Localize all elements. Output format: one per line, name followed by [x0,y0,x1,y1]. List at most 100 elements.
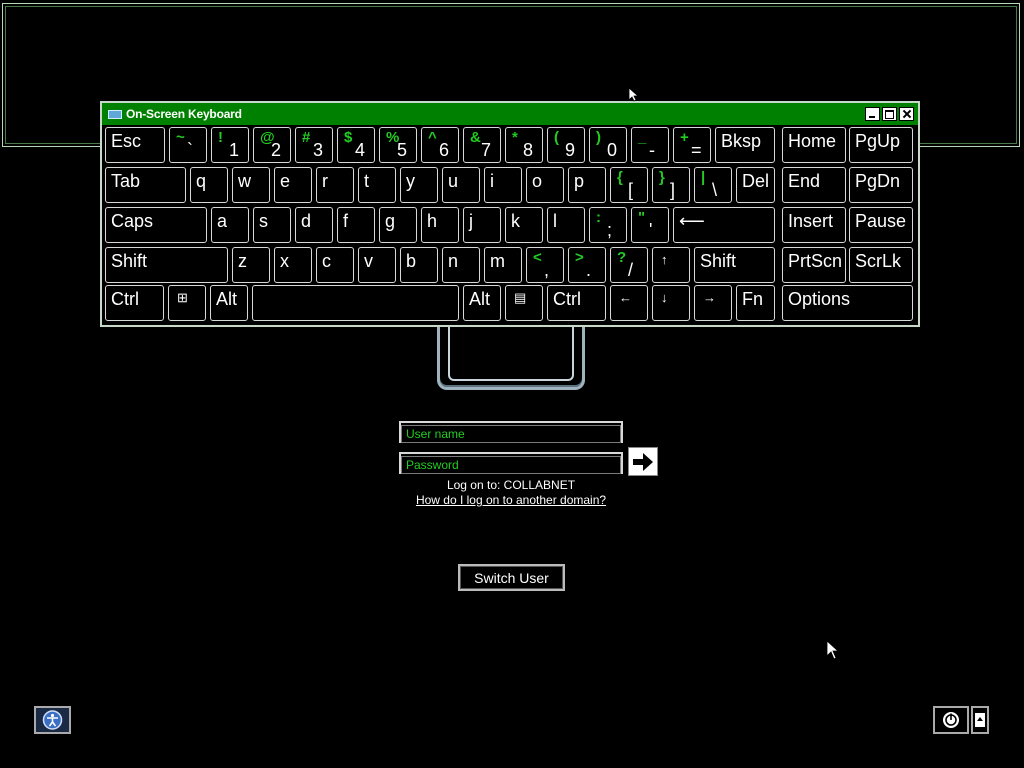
key-tab[interactable]: Tab [105,167,186,203]
key-semicolon[interactable]: :; [589,207,627,243]
key-insert[interactable]: Insert [782,207,846,243]
key-6[interactable]: ^ 6 [421,127,459,163]
key-bksp[interactable]: Bksp [715,127,775,163]
key-w[interactable]: w [232,167,270,203]
key-u[interactable]: u [442,167,480,203]
key-y[interactable]: y [400,167,438,203]
key-up[interactable]: ↑ [652,247,690,283]
key-backtick[interactable]: ~ ` [169,127,207,163]
key-m[interactable]: m [484,247,522,283]
close-button[interactable] [899,107,914,121]
key-esc[interactable]: Esc [105,127,165,163]
key-z[interactable]: z [232,247,270,283]
key-a[interactable]: a [211,207,249,243]
key-label: o [532,171,543,191]
key-3[interactable]: #3 [295,127,333,163]
key-h[interactable]: h [421,207,459,243]
key-o[interactable]: o [526,167,564,203]
key-prtscn[interactable]: PrtScn [782,247,846,283]
key-pgdn[interactable]: PgDn [849,167,913,203]
key-win[interactable]: ⊞ [168,285,206,321]
key-label: Bksp [721,131,762,151]
key-q[interactable]: q [190,167,228,203]
key-left[interactable]: ← [610,285,648,321]
shutdown-options-button[interactable] [971,706,989,734]
key-rctrl[interactable]: Ctrl [547,285,606,321]
key-lalt[interactable]: Alt [210,285,248,321]
key-j[interactable]: j [463,207,501,243]
key-lshift[interactable]: Shift [105,247,228,283]
submit-arrow-button[interactable] [628,447,658,476]
key-space[interactable] [252,285,459,321]
shutdown-button[interactable] [933,706,969,734]
key-g[interactable]: g [379,207,417,243]
key-quote[interactable]: " ' [631,207,669,243]
switch-user-button[interactable]: Switch User [458,564,565,591]
key-label: i [490,171,494,191]
key-equals[interactable]: + = [673,127,711,163]
key-caps[interactable]: Caps [105,207,207,243]
key-v[interactable]: v [358,247,396,283]
key-i[interactable]: i [484,167,522,203]
key-label: Home [788,131,837,151]
key-shift-label: & [470,129,481,146]
key-minus[interactable]: _ - [631,127,669,163]
key-right[interactable]: → [694,285,732,321]
key-home[interactable]: Home [782,127,846,163]
maximize-button[interactable] [882,107,897,121]
another-domain-link[interactable]: How do I log on to another domain? [380,493,642,507]
key-down[interactable]: ↓ [652,285,690,321]
key-label: c [322,251,331,271]
key-r[interactable]: r [316,167,354,203]
key-pause[interactable]: Pause [849,207,913,243]
key-menu[interactable]: ▤ [505,285,543,321]
minimize-button[interactable] [865,107,880,121]
key-base-label: ' [649,220,653,240]
key-scrlk[interactable]: ScrLk [849,247,913,283]
osk-titlebar[interactable]: On-Screen Keyboard [102,103,918,125]
key-4[interactable]: $4 [337,127,375,163]
key-9[interactable]: (9 [547,127,585,163]
key-pgup[interactable]: PgUp [849,127,913,163]
key-ralt[interactable]: Alt [463,285,501,321]
key-0[interactable]: ) 0 [589,127,627,163]
key-comma[interactable]: <, [526,247,564,283]
key-rshift[interactable]: Shift [694,247,775,283]
key-lbracket[interactable]: {[ [610,167,648,203]
key-d[interactable]: d [295,207,333,243]
key-s[interactable]: s [253,207,291,243]
key-del[interactable]: Del [736,167,775,203]
key-label: q [196,171,207,191]
key-8[interactable]: * 8 [505,127,543,163]
key-enter[interactable]: ⟵ [673,207,775,243]
key-n[interactable]: n [442,247,480,283]
key-period[interactable]: >. [568,247,606,283]
key-p[interactable]: p [568,167,606,203]
key-fn[interactable]: Fn [736,285,775,321]
ease-of-access-button[interactable] [34,706,71,734]
key-icon: ← [619,290,632,305]
key-slash[interactable]: ? / [610,247,648,283]
key-1[interactable]: ! 1 [211,127,249,163]
key-l[interactable]: l [547,207,585,243]
key-options[interactable]: Options [782,285,913,321]
key-shift-label: $ [344,129,353,146]
key-rbracket[interactable]: }] [652,167,690,203]
key-2[interactable]: @2 [253,127,291,163]
key-backslash[interactable]: | \ [694,167,732,203]
key-x[interactable]: x [274,247,312,283]
key-t[interactable]: t [358,167,396,203]
key-7[interactable]: & 7 [463,127,501,163]
key-label: Alt [216,289,238,309]
key-shift-label: # [302,129,311,146]
key-e[interactable]: e [274,167,312,203]
key-f[interactable]: f [337,207,375,243]
key-5[interactable]: % 5 [379,127,417,163]
username-input[interactable] [401,425,621,443]
key-lctrl[interactable]: Ctrl [105,285,164,321]
key-b[interactable]: b [400,247,438,283]
key-end[interactable]: End [782,167,846,203]
key-c[interactable]: c [316,247,354,283]
key-k[interactable]: k [505,207,543,243]
password-input[interactable] [401,456,621,474]
